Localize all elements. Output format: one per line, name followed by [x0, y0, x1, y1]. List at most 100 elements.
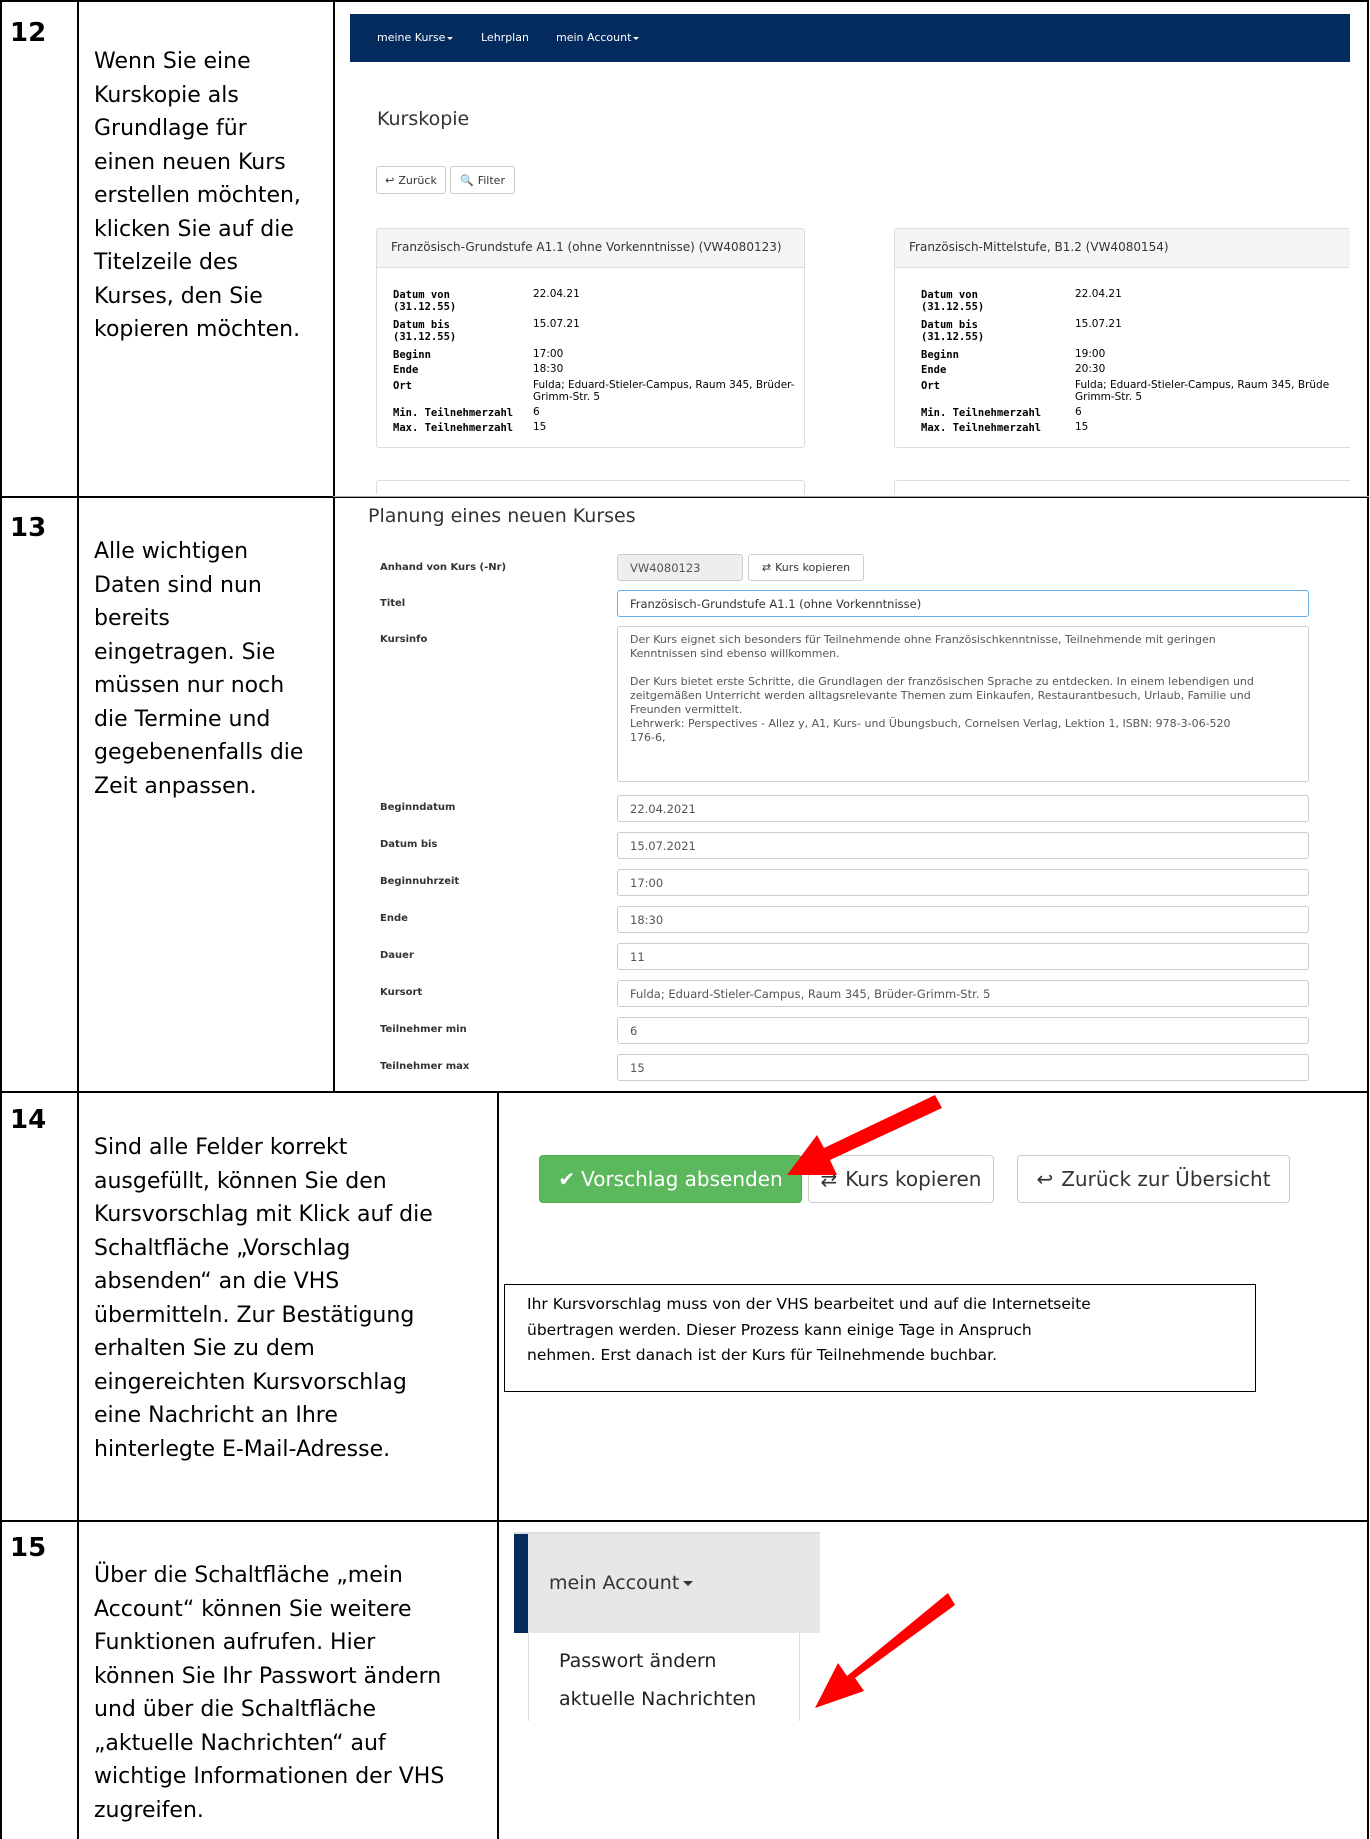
nav-label: meine Kurse: [377, 31, 446, 44]
label-ende: Ende: [380, 913, 408, 924]
description-line: Grundlage für: [94, 116, 247, 141]
label-kursort: Kursort: [380, 987, 423, 998]
title-input[interactable]: Französisch-Grundstufe A1.1 (ohne Vorken…: [617, 590, 1309, 617]
label-dauer: Dauer: [380, 950, 414, 961]
description-line: Titelzeile des: [94, 250, 238, 275]
end-date-input[interactable]: 15.07.2021: [617, 832, 1309, 859]
mein-account-dropdown-toggle[interactable]: mein Account: [528, 1534, 820, 1633]
description-line: übermitteln. Zur Bestätigung: [94, 1302, 415, 1328]
label-datum-bis: Datum bis (31.12.55): [921, 319, 985, 343]
participants-min-input[interactable]: 6: [617, 1017, 1309, 1044]
label-beginnuhrzeit: Beginnuhrzeit: [380, 876, 460, 887]
page-title: Kurskopie: [377, 108, 470, 130]
step-14-description: Sind alle Felder korrekt ausgefüllt, kön…: [94, 1131, 433, 1466]
copy-course-button[interactable]: ⇄ Kurs kopieren: [748, 554, 864, 581]
caret-down-icon: [683, 1581, 694, 1586]
course-card-partial: [376, 480, 805, 494]
table-border-left: [0, 0, 2, 1839]
step-15-description: Über die Schaltfläche „mein Account“ kön…: [94, 1559, 444, 1827]
note-line: Ihr Kursvorschlag muss von der VHS bearb…: [527, 1295, 1091, 1313]
value-ende: 20:30: [1075, 363, 1106, 375]
label-min: Min. Teilnehmerzahl: [393, 407, 514, 419]
description-line: Zeit anpassen.: [94, 773, 257, 799]
description-line: bereits: [94, 606, 170, 631]
column-divider-desc-a: [333, 0, 335, 1092]
row-divider-14: [0, 1091, 1369, 1093]
menu-item-current-messages[interactable]: aktuelle Nachrichten: [559, 1688, 756, 1710]
step-12-description: Wenn Sie eine Kurskopie als Grundlage fü…: [94, 45, 301, 347]
description-line: absenden“ an die VHS: [94, 1269, 340, 1294]
textarea-line: Der Kurs eignet sich besonders für Teiln…: [630, 633, 1216, 646]
description-line: Alle wichtigen: [94, 539, 249, 564]
label-datum-von: Datum von (31.12.55): [393, 289, 457, 313]
value-datum-von: 22.04.21: [533, 288, 580, 300]
end-time-input[interactable]: 18:30: [617, 906, 1309, 933]
course-info-textarea[interactable]: Der Kurs eignet sich besonders für Teiln…: [617, 626, 1309, 782]
description-line: Funktionen aufrufen. Hier: [94, 1630, 376, 1655]
checkmark-icon: ✔: [558, 1167, 576, 1191]
caret-down-icon: [447, 36, 454, 40]
course-number-field: VW4080123: [617, 554, 743, 581]
label-teilnehmer-max: Teilnehmer max: [380, 1061, 470, 1072]
back-button[interactable]: ↩ Zurück: [376, 166, 446, 194]
start-date-input[interactable]: 22.04.2021: [617, 795, 1309, 822]
textarea-line: Freunden vermittelt.: [630, 703, 743, 716]
description-line: müssen nur noch: [94, 673, 285, 698]
description-line: Daten sind nun: [94, 572, 262, 598]
account-label-wrapper: mein Account: [549, 1572, 694, 1594]
table-border-top: [0, 0, 1369, 2]
description-line: Account“ können Sie weitere: [94, 1596, 412, 1622]
label-beginndatum: Beginndatum: [380, 802, 456, 813]
description-line: eingetragen. Sie: [94, 639, 276, 665]
value-ort: Fulda; Eduard-Stieler-Campus, Raum 345, …: [533, 379, 795, 403]
filter-button[interactable]: 🔍 Filter: [450, 166, 515, 194]
nav-meine-kurse[interactable]: meine Kurse: [377, 31, 454, 44]
textarea-line: [630, 661, 1296, 675]
description-line: wichtige Informationen der VHS: [94, 1764, 445, 1789]
label-ende: Ende: [921, 364, 947, 376]
description-line: klicken Sie auf die: [94, 216, 294, 242]
nav-lehrplan[interactable]: Lehrplan: [481, 31, 529, 44]
value-max: 15: [533, 421, 547, 433]
back-to-overview-button[interactable]: ↩ Zurück zur Übersicht: [1017, 1155, 1290, 1203]
label-datum-bis: Datum bis (31.12.55): [393, 319, 457, 343]
course-card-title[interactable]: Französisch-Mittelstufe, B1.2 (VW4080154…: [895, 229, 1350, 268]
label-anhand: Anhand von Kurs (-Nr): [380, 562, 507, 573]
value-max: 15: [1075, 421, 1089, 433]
course-card: Französisch-Mittelstufe, B1.2 (VW4080154…: [894, 228, 1350, 448]
label-max: Max. Teilnehmerzahl: [393, 422, 514, 434]
description-line: erstellen möchten,: [94, 183, 301, 208]
info-note: Ihr Kursvorschlag muss von der VHS bearb…: [504, 1284, 1256, 1392]
participants-max-input[interactable]: 15: [617, 1054, 1309, 1081]
nav-mein-account[interactable]: mein Account: [556, 31, 640, 44]
textarea-line: Lehrwerk: Perspectives - Allez y, A1, Ku…: [630, 717, 1231, 730]
reply-icon: ↩: [1036, 1167, 1054, 1191]
location-input[interactable]: Fulda; Eduard-Stieler-Campus, Raum 345, …: [617, 980, 1309, 1007]
label-ende: Ende: [393, 364, 419, 376]
description-line: erhalten Sie zu dem: [94, 1336, 315, 1361]
note-line: nehmen. Erst danach ist der Kurs für Tei…: [527, 1346, 998, 1364]
label-datum-von: Datum von (31.12.55): [921, 289, 985, 313]
account-label: mein Account: [549, 1572, 680, 1594]
label-ort: Ort: [393, 380, 412, 392]
account-dropdown-menu: Passwort ändern aktuelle Nachrichten: [528, 1633, 800, 1721]
start-time-input[interactable]: 17:00: [617, 869, 1309, 896]
description-line: eingereichten Kursvorschlag: [94, 1369, 407, 1395]
step-number-15: 15: [10, 1533, 47, 1563]
value-datum-von: 22.04.21: [1075, 288, 1122, 300]
course-card-title[interactable]: Französisch-Grundstufe A1.1 (ohne Vorken…: [377, 229, 804, 268]
submit-proposal-button[interactable]: ✔ Vorschlag absenden: [539, 1155, 802, 1203]
menu-item-change-password[interactable]: Passwort ändern: [559, 1650, 716, 1672]
description-line: hinterlegte E-Mail-Adresse.: [94, 1436, 391, 1462]
value-beginn: 17:00: [533, 348, 564, 360]
textarea-line: 176-6,: [630, 731, 666, 744]
note-line: übertragen werden. Dieser Prozess kann e…: [527, 1320, 1032, 1339]
value-datum-bis: 15.07.21: [1075, 318, 1122, 330]
step-number-12: 12: [10, 18, 47, 48]
column-divider-desc-b: [497, 1092, 499, 1839]
description-line: Über die Schaltfläche „mein: [94, 1563, 403, 1588]
label-datum-bis: Datum bis: [380, 839, 438, 850]
duration-input[interactable]: 11: [617, 943, 1309, 970]
search-icon: 🔍: [460, 173, 474, 187]
description-line: kopieren möchten.: [94, 317, 301, 342]
